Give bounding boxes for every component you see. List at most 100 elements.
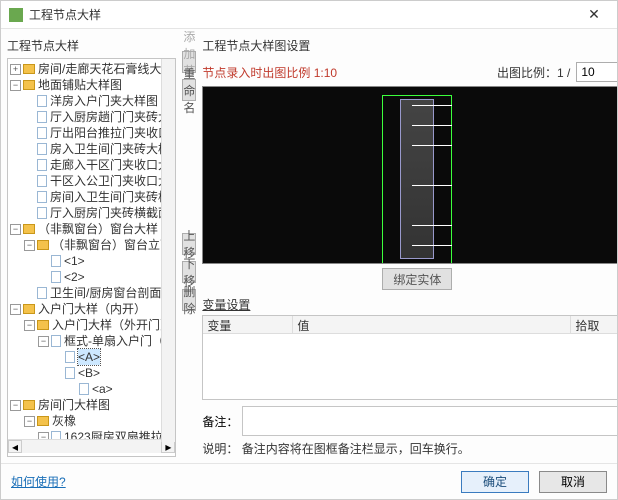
close-icon[interactable]: ✕ — [579, 6, 609, 23]
right-group-label: 工程节点大样图设置 — [202, 35, 617, 56]
variable-section-label: 变量设置 — [202, 296, 617, 313]
tree-node[interactable]: <B> — [10, 365, 173, 381]
tree-hscrollbar[interactable]: ◂ ▸ — [8, 439, 175, 453]
left-group-label: 工程节点大样 — [7, 35, 176, 56]
tree-node[interactable]: − 入户门大样（外开门） — [10, 317, 173, 333]
tree-node[interactable]: −框式-单扇入户门（ — [10, 333, 173, 349]
help-link[interactable]: 如何使用? — [11, 473, 66, 490]
tree-node[interactable]: 干区入公卫门夹收口大 — [10, 173, 173, 189]
expand-icon[interactable]: + — [10, 64, 21, 75]
bind-entity-button[interactable]: 绑定实体 — [382, 268, 452, 290]
collapse-icon[interactable]: − — [24, 320, 35, 331]
desc-text: 备注内容将在图框备注栏显示，回车换行。 — [242, 442, 470, 456]
tree-node-label: 房入卫生间门夹砖大样 — [50, 141, 170, 157]
tree-node[interactable]: 房入卫生间门夹砖大样 — [10, 141, 173, 157]
tree-node-label: 卫生间/厨房窗台剖面大 — [50, 285, 173, 301]
file-icon — [65, 367, 75, 379]
tree-node[interactable]: 卫生间/厨房窗台剖面大 — [10, 285, 173, 301]
tree-node[interactable]: 厅出阳台推拉门夹收口 — [10, 125, 173, 141]
variable-table[interactable]: 变量 值 拾取 — [202, 315, 617, 400]
folder-icon — [23, 304, 35, 314]
tree-node[interactable]: − 房间门大样图 — [10, 397, 173, 413]
ok-button[interactable]: 确定 — [461, 471, 529, 493]
folder-icon — [37, 320, 49, 330]
tree-node[interactable]: − 入户门大样（内开） — [10, 301, 173, 317]
tree-node[interactable]: − 地面铺贴大样图 — [10, 77, 173, 93]
file-icon — [37, 207, 47, 219]
tree-node-label: 入户门大样（内开） — [38, 301, 146, 317]
description-row: 说明： 备注内容将在图框备注栏显示，回车换行。 — [202, 440, 617, 457]
tree-node[interactable]: 厅入厨房门夹砖横截面 — [10, 205, 173, 221]
tree-node-label: 1623厨房双扇推拉 — [64, 429, 163, 439]
tree-node[interactable]: + 房间/走廊天花石膏线大 — [10, 61, 173, 77]
dialog-window: 工程节点大样 ✕ 工程节点大样 + 房间/走廊天花石膏线大 − 地面铺贴大样图洋房入户… — [0, 0, 618, 500]
cad-drawing — [382, 95, 452, 264]
tree-node[interactable]: − 1623厨房双扇推拉 — [10, 429, 173, 439]
titlebar: 工程节点大样 ✕ — [1, 1, 617, 29]
move-down-button[interactable]: 下移 — [182, 261, 196, 283]
file-icon — [37, 143, 47, 155]
tree-node[interactable]: −灰橡 — [10, 413, 173, 429]
tree-node-label: <1> — [64, 253, 85, 269]
file-icon — [51, 431, 61, 439]
tree-node-label: <2> — [64, 269, 85, 285]
folder-icon — [23, 80, 35, 90]
folder-icon — [23, 224, 35, 234]
remark-input[interactable] — [242, 406, 617, 436]
collapse-icon[interactable]: − — [10, 224, 21, 235]
tree-node-label: 房间门大样图 — [38, 397, 110, 413]
folder-icon — [23, 400, 35, 410]
tree: + 房间/走廊天花石膏线大 − 地面铺贴大样图洋房入户门夹大样图（厅入厨房趟门门夹砖大… — [8, 59, 175, 439]
collapse-icon[interactable]: − — [38, 432, 49, 440]
collapse-icon[interactable]: − — [24, 240, 35, 251]
move-up-button[interactable]: 上移 — [182, 233, 196, 255]
tree-node[interactable]: 走廊入干区门夹收口大 — [10, 157, 173, 173]
file-icon — [37, 191, 47, 203]
right-panel: 工程节点大样图设置 节点录入时出图比例 1:10 出图比例：1 / 10 — [202, 35, 617, 457]
rename-button[interactable]: 重命名 — [182, 79, 196, 101]
window-title: 工程节点大样 — [29, 6, 579, 23]
tree-node[interactable]: <a> — [10, 381, 173, 397]
collapse-icon[interactable]: − — [10, 80, 21, 91]
tree-node[interactable]: 房间入卫生间门夹砖横 — [10, 189, 173, 205]
output-ratio-select[interactable]: 10 — [576, 62, 617, 82]
collapse-icon[interactable]: − — [24, 416, 35, 427]
import-ratio-label: 节点录入时出图比例 1:10 — [202, 64, 337, 81]
button-gap — [182, 107, 196, 227]
collapse-icon[interactable]: − — [10, 304, 21, 315]
drawing-preview[interactable] — [202, 86, 617, 264]
file-icon — [51, 271, 61, 283]
tree-node-label: 厅出阳台推拉门夹收口 — [50, 125, 170, 141]
file-icon — [37, 287, 47, 299]
tree-vscrollbar[interactable] — [161, 59, 175, 442]
tree-node-label: （非飘窗台）窗台大样 — [38, 221, 158, 237]
tree-node-label: 地面铺贴大样图 — [38, 77, 122, 93]
file-icon — [37, 159, 47, 171]
tree-node[interactable]: −（非飘窗台）窗台立面 — [10, 237, 173, 253]
file-icon — [65, 351, 75, 363]
tree-node-label: <B> — [78, 365, 100, 381]
delete-button[interactable]: 删除 — [182, 289, 196, 311]
col-pick: 拾取 — [571, 316, 617, 333]
tree-node[interactable]: <2> — [10, 269, 173, 285]
tree-node[interactable]: 洋房入户门夹大样图（ — [10, 93, 173, 109]
folder-icon — [23, 64, 35, 74]
scroll-track[interactable] — [22, 440, 161, 453]
tree-node-label: <a> — [92, 381, 113, 397]
tree-node[interactable]: <1> — [10, 253, 173, 269]
tree-container[interactable]: + 房间/走廊天花石膏线大 − 地面铺贴大样图洋房入户门夹大样图（厅入厨房趟门门夹砖大… — [7, 58, 176, 457]
tree-node-label: 入户门大样（外开门） — [52, 317, 172, 333]
scroll-left-icon[interactable]: ◂ — [8, 440, 22, 453]
tree-node-label: 房间/走廊天花石膏线大 — [38, 61, 161, 77]
bind-row: 绑定实体 — [202, 268, 617, 290]
remark-row: 备注： — [202, 406, 617, 436]
tree-node[interactable]: − （非飘窗台）窗台大样 — [10, 221, 173, 237]
collapse-icon[interactable]: − — [38, 336, 49, 347]
output-ratio-label: 出图比例：1 / — [497, 64, 570, 81]
tree-node[interactable]: 厅入厨房趟门门夹砖大 — [10, 109, 173, 125]
tree-node[interactable]: <A> — [10, 349, 173, 365]
tree-node-label: <A> — [78, 349, 100, 365]
collapse-icon[interactable]: − — [10, 400, 21, 411]
cancel-button[interactable]: 取消 — [539, 471, 607, 493]
tree-node-label: 洋房入户门夹大样图（ — [50, 93, 170, 109]
